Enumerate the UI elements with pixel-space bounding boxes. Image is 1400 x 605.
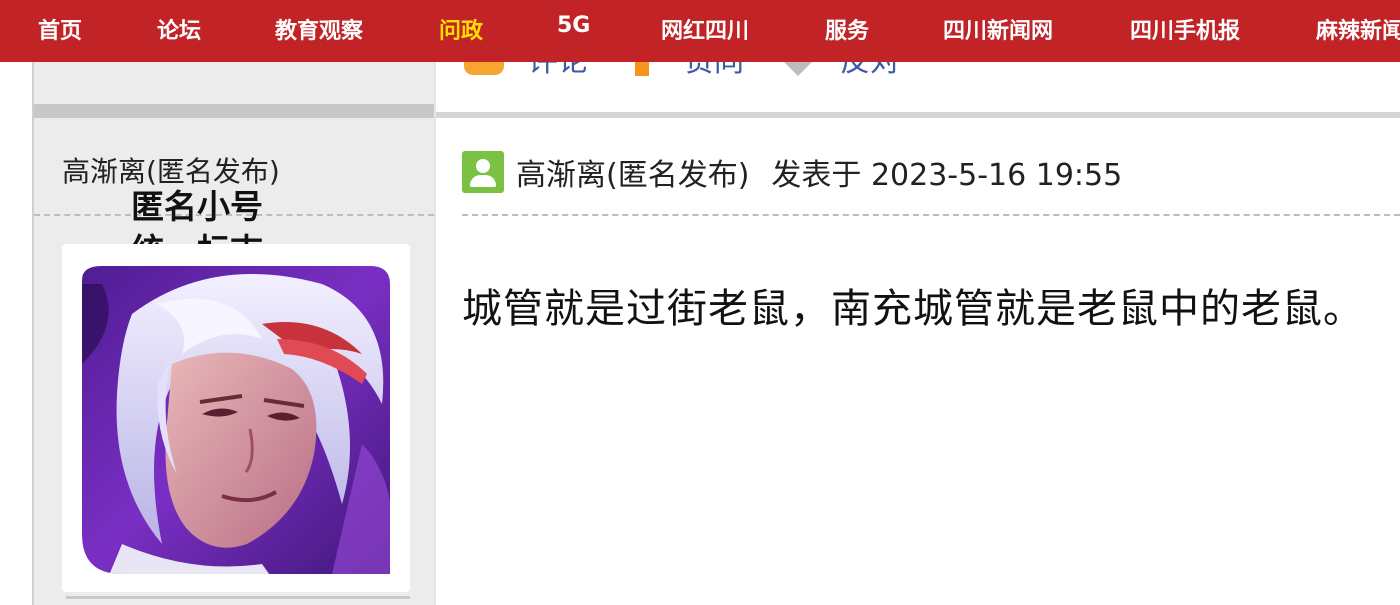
post-header-divider (462, 214, 1400, 216)
nav-item-education[interactable]: 教育观察 (275, 13, 363, 45)
avatar[interactable] (62, 244, 410, 592)
badge-line-1: 匿名小号 (131, 187, 263, 226)
nav-item-forum[interactable]: 论坛 (157, 13, 201, 45)
column-divider (434, 0, 436, 605)
post-separator-gap (436, 104, 1400, 112)
avatar-image (82, 266, 390, 574)
forum-page: 评论 赞同 反对 高渐离(匿名发布) 匿名小号 统一标志 (0, 0, 1400, 605)
nav-item-scnews[interactable]: 四川新闻网 (943, 13, 1053, 45)
post-header: 高渐离(匿名发布) 发表于 2023-5-16 19:55 (462, 150, 1122, 194)
avatar-divider (66, 596, 410, 599)
nav-item-services[interactable]: 服务 (825, 13, 869, 45)
user-icon (462, 151, 504, 193)
post-timestamp: 发表于 2023-5-16 19:55 (771, 158, 1123, 193)
post-author[interactable]: 高渐离(匿名发布) (516, 150, 749, 194)
nav-item-wanghong[interactable]: 网红四川 (661, 13, 749, 45)
post-content: 城管就是过街老鼠，南充城管就是老鼠中的老鼠。 (462, 286, 1364, 332)
nav-item-home[interactable]: 首页 (38, 13, 82, 45)
post-separator-right (436, 112, 1400, 118)
nav-item-mobile-news[interactable]: 四川手机报 (1130, 13, 1240, 45)
post-separator-left (34, 104, 434, 118)
nav-item-mala-news[interactable]: 麻辣新闻 (1316, 13, 1400, 45)
top-nav-bar: 首页 论坛 教育观察 问政 5G 网红四川 服务 四川新闻网 四川手机报 麻辣新… (0, 0, 1400, 62)
nav-item-5g[interactable]: 5G (557, 13, 590, 38)
author-name[interactable]: 高渐离(匿名发布) (62, 150, 280, 190)
nav-item-wenzheng[interactable]: 问政 (439, 13, 483, 45)
